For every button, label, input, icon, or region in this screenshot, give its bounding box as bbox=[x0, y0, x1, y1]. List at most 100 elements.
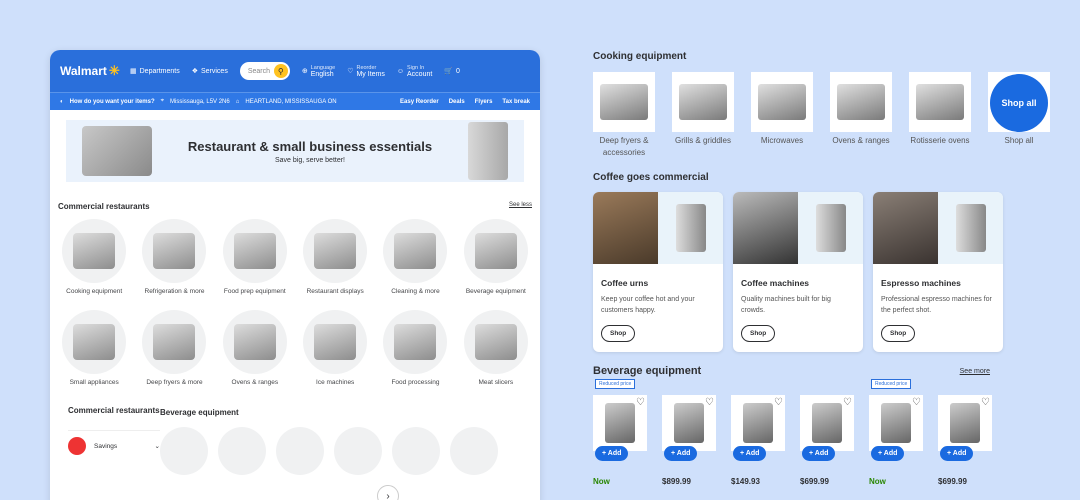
cart-button[interactable]: 🛒 0 bbox=[444, 67, 460, 76]
category-label: Deep fryers & more bbox=[146, 379, 203, 386]
lower-section: Commercial restaurants Savings ⌄ Beverag… bbox=[50, 405, 540, 475]
category-label: Cleaning & more bbox=[391, 288, 440, 295]
category-label: Ovens & ranges bbox=[231, 379, 279, 386]
location-text[interactable]: Mississauga, L5V 2N6 bbox=[170, 99, 230, 105]
category-item[interactable]: Refrigeration & more bbox=[134, 219, 214, 306]
category-item[interactable]: Food processing bbox=[375, 310, 455, 397]
language-caption: Language bbox=[310, 64, 336, 71]
see-more-link[interactable]: See more bbox=[960, 368, 990, 375]
beverage-header: Beverage equipment See more bbox=[593, 365, 990, 377]
add-button[interactable]: + Add bbox=[940, 446, 974, 461]
category-label: Beverage equipment bbox=[465, 288, 526, 295]
walmart-logo[interactable]: Walmart ✳ bbox=[60, 63, 130, 79]
category-image bbox=[314, 324, 357, 360]
product-card[interactable]: ♡ + Add $899.99 bbox=[662, 387, 716, 486]
heart-icon[interactable]: ♡ bbox=[636, 397, 645, 408]
card-description: Professional espresso machines for the p… bbox=[881, 296, 992, 314]
product-card[interactable]: ♡ + Add $699.99 bbox=[938, 387, 992, 486]
beverage-item[interactable] bbox=[160, 427, 208, 475]
beverage-item[interactable] bbox=[334, 427, 382, 475]
product-image bbox=[674, 403, 704, 443]
side-nav-title: Commercial restaurants bbox=[68, 406, 160, 415]
category-item[interactable]: Deep fryers & more bbox=[134, 310, 214, 397]
coffee-card[interactable]: Coffee machines Quality machines built f… bbox=[733, 192, 863, 352]
heart-icon[interactable]: ♡ bbox=[774, 397, 783, 408]
beverage-item[interactable] bbox=[218, 427, 266, 475]
heart-icon[interactable]: ♡ bbox=[981, 397, 990, 408]
category-item[interactable]: Beverage equipment bbox=[456, 219, 536, 306]
departments-button[interactable]: ▦ Departments bbox=[130, 67, 180, 76]
category-grid: Cooking equipment Refrigeration & more F… bbox=[50, 211, 540, 397]
easy-reorder-link[interactable]: Easy Reorder bbox=[400, 99, 439, 105]
product-image bbox=[881, 403, 911, 443]
cooking-item[interactable]: Grills & griddles bbox=[672, 72, 734, 159]
delivery-prompt[interactable]: How do you want your items? bbox=[70, 99, 155, 105]
shop-all-item[interactable]: Shop all Shop all bbox=[988, 72, 1050, 159]
product-card[interactable]: ♡ + Add $149.93 bbox=[731, 387, 785, 486]
cooking-item[interactable]: Deep fryers & accessories bbox=[593, 72, 655, 159]
see-less-link[interactable]: See less bbox=[509, 202, 532, 211]
product-image bbox=[916, 84, 964, 120]
product-card[interactable]: Reduced price ♡ + Add Now bbox=[593, 379, 647, 486]
add-button[interactable]: + Add bbox=[595, 446, 629, 461]
product-card[interactable]: Reduced price ♡ + Add Now bbox=[869, 379, 923, 486]
category-item[interactable]: Ice machines bbox=[295, 310, 375, 397]
product-price: $149.93 bbox=[731, 477, 760, 486]
coffee-card[interactable]: Coffee urns Keep your coffee hot and you… bbox=[593, 192, 723, 352]
shop-button[interactable]: Shop bbox=[881, 325, 916, 342]
product-card[interactable]: ♡ + Add $699.99 bbox=[800, 387, 854, 486]
category-item[interactable]: Cleaning & more bbox=[375, 219, 455, 306]
account-button[interactable]: ☺ Sign In Account bbox=[397, 65, 432, 78]
cooking-row: Deep fryers & accessories Grills & gridd… bbox=[593, 72, 1050, 159]
cooking-label: Rotisserie ovens bbox=[910, 136, 970, 145]
category-item[interactable]: Meat slicers bbox=[456, 310, 536, 397]
category-image bbox=[394, 324, 437, 360]
signin-caption: Sign In bbox=[407, 64, 425, 71]
cooking-item[interactable]: Rotisserie ovens bbox=[909, 72, 971, 159]
add-button[interactable]: + Add bbox=[802, 446, 836, 461]
category-image bbox=[233, 233, 276, 269]
category-image bbox=[153, 324, 196, 360]
shop-all-button[interactable]: Shop all bbox=[990, 73, 1048, 132]
heart-icon[interactable]: ♡ bbox=[843, 397, 852, 408]
card-title: Coffee urns bbox=[601, 278, 649, 288]
store-text[interactable]: HEARTLAND, MISSISSAUGA ON bbox=[245, 99, 336, 105]
beverage-item[interactable] bbox=[276, 427, 324, 475]
heart-icon: ♡ bbox=[347, 68, 354, 75]
heart-icon[interactable]: ♡ bbox=[912, 397, 921, 408]
category-item[interactable]: Cooking equipment bbox=[54, 219, 134, 306]
product-image bbox=[837, 84, 885, 120]
category-item[interactable]: Restaurant displays bbox=[295, 219, 375, 306]
search-icon[interactable]: ⚲ bbox=[273, 64, 288, 78]
chevron-right-icon[interactable]: › bbox=[377, 485, 399, 500]
heart-icon[interactable]: ♡ bbox=[705, 397, 714, 408]
services-button[interactable]: ❖ Services bbox=[192, 67, 228, 76]
flyers-link[interactable]: Flyers bbox=[475, 99, 493, 105]
add-button[interactable]: + Add bbox=[871, 446, 905, 461]
shop-button[interactable]: Shop bbox=[601, 325, 636, 342]
hero-banner[interactable]: Restaurant & small business essentials S… bbox=[66, 120, 524, 182]
shop-button[interactable]: Shop bbox=[741, 325, 776, 342]
deals-link[interactable]: Deals bbox=[449, 99, 465, 105]
location-pin-icon: ⌖ bbox=[160, 98, 165, 104]
side-nav-item-savings[interactable]: Savings ⌄ bbox=[68, 430, 160, 455]
category-image bbox=[394, 233, 437, 269]
tax-break-link[interactable]: Tax break bbox=[502, 99, 530, 105]
product-image bbox=[758, 84, 806, 120]
cooking-item[interactable]: Microwaves bbox=[751, 72, 813, 159]
coffee-card[interactable]: Espresso machines Professional espresso … bbox=[873, 192, 1003, 352]
my-items-button[interactable]: ♡ Reorder My Items bbox=[347, 65, 385, 78]
cooking-label: Deep fryers & accessories bbox=[599, 136, 649, 157]
add-button[interactable]: + Add bbox=[664, 446, 698, 461]
category-label: Cooking equipment bbox=[66, 288, 123, 295]
search-input[interactable]: Search ⚲ bbox=[239, 62, 290, 80]
beverage-item[interactable] bbox=[392, 427, 440, 475]
category-item[interactable]: Food prep equipment bbox=[215, 219, 295, 306]
cooking-item[interactable]: Ovens & ranges bbox=[830, 72, 892, 159]
beverage-item[interactable] bbox=[450, 427, 498, 475]
category-item[interactable]: Ovens & ranges bbox=[215, 310, 295, 397]
add-button[interactable]: + Add bbox=[733, 446, 767, 461]
language-button[interactable]: ⊕ Language English bbox=[302, 65, 335, 78]
reorder-caption: Reorder bbox=[356, 64, 377, 71]
category-item[interactable]: Small appliances bbox=[54, 310, 134, 397]
